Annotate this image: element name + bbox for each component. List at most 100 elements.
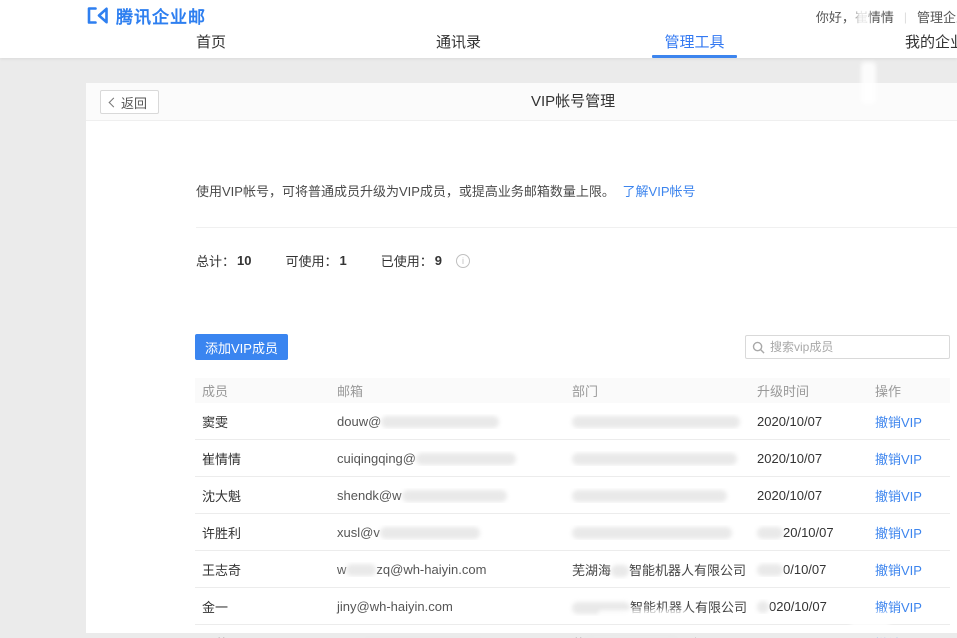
revoke-vip-link[interactable]: 撤销VIP <box>875 415 922 430</box>
date-text: 2020/10/07 <box>757 414 822 429</box>
stat-available-value: 1 <box>340 253 347 268</box>
quota-stats: 总计：10 可使用：1 已使用：9 i <box>196 251 470 270</box>
col-header-action: 操作 <box>868 381 950 400</box>
redaction-blur <box>611 565 629 577</box>
upgrade-date: 020/10/07 <box>750 599 868 614</box>
revoke-vip-link[interactable]: 撤销VIP <box>875 563 922 578</box>
nav-item-admin-tools[interactable]: 管理工具 <box>652 30 737 58</box>
redaction-smudge <box>856 4 869 44</box>
action-cell: 撤销VIP <box>868 634 950 638</box>
member-department <box>565 451 750 466</box>
action-cell: 撤销VIP <box>868 486 950 505</box>
stat-available-label: 可使用： <box>285 251 337 270</box>
screen: 腾讯企业邮 你好，崔情情 | 管理企业 首页 通讯录 管理工具 我的企业 返回 … <box>0 0 957 638</box>
stat-total-label: 总计： <box>196 251 235 270</box>
member-name: 王志奇 <box>195 560 330 579</box>
email-text: zq@wh-haiyin.com <box>376 562 486 577</box>
search-input[interactable] <box>770 340 943 354</box>
add-vip-member-button[interactable]: 添加VIP成员 <box>195 334 288 360</box>
stat-used: 已使用：9 <box>381 251 442 270</box>
member-department: 芜湖海 智能机器人有限公司 <box>565 560 750 579</box>
back-button-label: 返回 <box>121 93 147 112</box>
revoke-vip-link[interactable]: 撤销VIP <box>875 526 922 541</box>
member-department <box>565 525 750 540</box>
member-email: w zq@wh-haiyin.com <box>330 562 565 577</box>
table-header-row: 成员 邮箱 部门 升级时间 操作 <box>195 378 950 403</box>
redaction-blur <box>757 527 783 539</box>
member-email: douw@ <box>330 414 565 429</box>
logo-text: 腾讯企业邮 <box>116 3 206 28</box>
table-row: 崔情情 cuiqingqing@ 2020/10/07 撤销VIP <box>195 440 950 477</box>
topbar-separator: | <box>904 10 907 24</box>
stat-available: 可使用：1 <box>285 251 346 270</box>
card-header: 返回 VIP帐号管理 <box>86 83 957 121</box>
redaction-blur <box>381 416 499 428</box>
nav-item-my-company[interactable]: 我的企业 <box>905 30 957 58</box>
date-text: 2020/10/07 <box>757 451 822 466</box>
back-button[interactable]: 返回 <box>100 90 159 114</box>
email-text: douw@ <box>337 414 381 429</box>
brand-logo[interactable]: 腾讯企业邮 <box>85 3 206 28</box>
vip-members-table: 成员 邮箱 部门 升级时间 操作 窦雯 douw@ 2020/10/07 撤销V… <box>195 378 950 638</box>
member-name: 艾芸 <box>195 634 330 638</box>
col-header-email: 邮箱 <box>330 381 565 400</box>
learn-more-link[interactable]: 了解VIP帐号 <box>623 184 696 199</box>
vip-description: 使用VIP帐号，可将普通成员升级为VIP成员，或提高业务邮箱数量上限。 了解VI… <box>196 181 696 200</box>
member-department <box>565 488 750 503</box>
revoke-vip-link[interactable]: 撤销VIP <box>875 489 922 504</box>
redaction-blur <box>346 564 376 576</box>
member-department <box>565 414 750 429</box>
member-email: jiny@wh-haiyin.com <box>330 599 565 614</box>
table-row: 金一 jiny@wh-haiyin.com 智能机器人有限公司 020/10/0… <box>195 588 950 625</box>
dept-text: 智能机器人有限公司 <box>629 563 746 578</box>
exmail-logo-icon <box>85 6 109 25</box>
active-tab-underline <box>652 55 737 58</box>
table-row: 许胜利 xusl@v 20/10/07 撤销VIP <box>195 514 950 551</box>
member-name: 许胜利 <box>195 523 330 542</box>
stat-used-label: 已使用： <box>381 251 433 270</box>
date-text: 0/10/07 <box>783 562 826 577</box>
upgrade-date: 2020/10/07 <box>750 414 868 429</box>
email-text: w <box>337 562 346 577</box>
member-name: 崔情情 <box>195 449 330 468</box>
action-cell: 撤销VIP <box>868 412 950 431</box>
nav-item-admin-tools-label: 管理工具 <box>664 34 724 51</box>
section-divider <box>196 227 957 228</box>
member-email: shendk@w <box>330 488 565 503</box>
redaction-smudge <box>850 612 890 627</box>
date-text: 020/10/07 <box>769 599 827 614</box>
col-header-upgrade-time: 升级时间 <box>750 381 868 400</box>
action-cell: 撤销VIP <box>868 449 950 468</box>
revoke-vip-link[interactable]: 撤销VIP <box>875 452 922 467</box>
member-department: 芜人有限公司 <box>565 634 750 638</box>
search-icon <box>752 341 765 354</box>
upgrade-date: 2020/10/07 <box>750 488 868 503</box>
nav-item-home[interactable]: 首页 <box>196 30 226 58</box>
nav-item-contacts[interactable]: 通讯录 <box>436 30 481 58</box>
table-row: 艾芸 aiy@ 芜人有限公司 2020/10/07 撤销VIP <box>195 625 950 638</box>
email-text: jiny@wh-haiyin.com <box>337 599 453 614</box>
col-header-department: 部门 <box>565 381 750 400</box>
admin-link[interactable]: 管理企业 <box>917 7 957 26</box>
redaction-smudge <box>598 610 690 619</box>
redaction-blur <box>572 416 740 428</box>
email-text: cuiqingqing@ <box>337 451 416 466</box>
redaction-blur <box>402 490 507 502</box>
chevron-left-icon <box>109 98 119 108</box>
redaction-blur <box>416 453 516 465</box>
redaction-blur <box>757 601 769 613</box>
member-name: 沈大魁 <box>195 486 330 505</box>
redaction-blur <box>380 527 480 539</box>
upgrade-date: 20/10/07 <box>750 525 868 540</box>
date-text: 20/10/07 <box>783 525 834 540</box>
info-icon[interactable]: i <box>456 254 470 268</box>
col-header-member: 成员 <box>195 381 330 400</box>
redaction-blur <box>572 453 737 465</box>
dept-text: 芜湖海 <box>572 563 611 578</box>
stat-used-value: 9 <box>435 253 442 268</box>
vip-management-card: 返回 VIP帐号管理 使用VIP帐号，可将普通成员升级为VIP成员，或提高业务邮… <box>86 83 957 633</box>
stat-total-value: 10 <box>237 253 251 268</box>
topbar: 腾讯企业邮 你好，崔情情 | 管理企业 <box>0 0 957 30</box>
topbar-right: 你好，崔情情 | 管理企业 <box>816 7 957 26</box>
table-row: 沈大魁 shendk@w 2020/10/07 撤销VIP <box>195 477 950 514</box>
